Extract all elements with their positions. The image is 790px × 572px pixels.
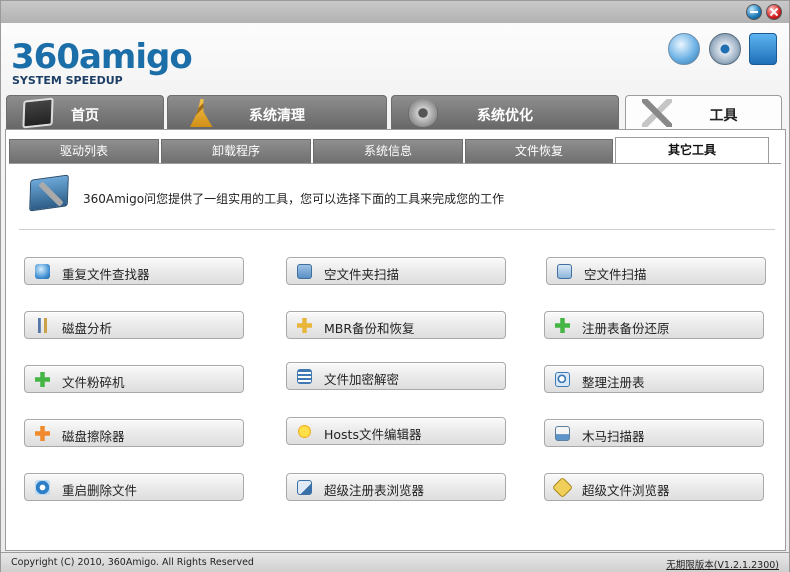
tab-label: 系统优化	[477, 108, 533, 124]
trojan-scanner-button[interactable]: 木马扫描器	[544, 419, 764, 447]
version-link[interactable]: 无期限版本(V1.2.1.2300)	[666, 557, 779, 571]
divider	[19, 229, 775, 230]
hosts-editor-button[interactable]: Hosts文件编辑器	[286, 417, 506, 445]
shredder-icon	[35, 372, 50, 387]
duplicate-files-icon	[35, 264, 50, 279]
empty-folder-scan-button[interactable]: 空文件夹扫描	[286, 257, 506, 285]
registry-browser-button[interactable]: 超级注册表浏览器	[286, 473, 506, 501]
reboot-delete-icon	[35, 480, 50, 495]
registry-defrag-icon	[555, 372, 570, 387]
mbr-puzzle-icon	[297, 318, 312, 333]
registry-defrag-button[interactable]: 整理注册表	[544, 365, 764, 393]
tab-system-clean[interactable]: 系统清理	[167, 95, 387, 130]
status-bar: Copyright (C) 2010, 360Amigo. All Rights…	[1, 552, 789, 572]
file-encrypt-button[interactable]: 文件加密解密	[286, 362, 506, 390]
intro-text: 360Amigo问您提供了一组实用的工具，您可以选择下面的工具来完成您的工作	[83, 192, 505, 206]
mbr-backup-button[interactable]: MBR备份和恢复	[286, 311, 506, 339]
protection-vest-icon[interactable]	[749, 33, 777, 65]
registry-browser-icon	[297, 480, 312, 495]
tab-label: 系统清理	[249, 108, 305, 124]
subtab-driver-list[interactable]: 驱动列表	[9, 139, 159, 163]
registry-backup-button[interactable]: 注册表备份还原	[544, 311, 764, 339]
logo-subtitle: SYSTEM SPEEDUP	[12, 74, 123, 87]
subtab-other-tools[interactable]: 其它工具	[615, 137, 769, 163]
settings-gear-icon[interactable]	[709, 33, 741, 65]
empty-file-scan-button[interactable]: 空文件扫描	[546, 257, 766, 285]
minimize-button[interactable]	[746, 4, 762, 20]
toolbox-icon	[26, 173, 72, 217]
logo-text: 360amigo	[11, 37, 193, 77]
file-scan-icon	[557, 264, 572, 279]
tab-label: 首页	[71, 108, 99, 124]
refresh-icon[interactable]	[668, 33, 700, 65]
hosts-editor-icon	[297, 424, 312, 439]
file-browser-button[interactable]: 超级文件浏览器	[544, 473, 764, 501]
file-browser-icon	[551, 476, 574, 499]
copyright-text: Copyright (C) 2010, 360Amigo. All Rights…	[11, 557, 254, 568]
duplicate-file-finder-button[interactable]: 重复文件查找器	[24, 257, 244, 285]
subtab-system-info[interactable]: 系统信息	[313, 139, 463, 163]
subtab-file-recovery[interactable]: 文件恢复	[465, 139, 613, 163]
app-window: 360amigo SYSTEM SPEEDUP 首页 系统清理 系统优化 工具 …	[0, 0, 790, 572]
tab-tools[interactable]: 工具	[625, 95, 782, 132]
trojan-scan-icon	[555, 426, 570, 441]
tab-label: 工具	[709, 108, 738, 124]
tab-home[interactable]: 首页	[6, 95, 164, 130]
encrypt-icon	[297, 369, 312, 384]
disk-analysis-button[interactable]: 磁盘分析	[24, 311, 244, 339]
title-bar[interactable]	[1, 1, 789, 23]
app-logo: 360amigo SYSTEM SPEEDUP	[11, 27, 193, 89]
tab-system-optimize[interactable]: 系统优化	[391, 95, 619, 130]
disk-wiper-button[interactable]: 磁盘擦除器	[24, 419, 244, 447]
reboot-delete-button[interactable]: 重启删除文件	[24, 473, 244, 501]
disk-wipe-icon	[35, 426, 50, 441]
registry-backup-icon	[555, 318, 570, 333]
folder-icon	[297, 264, 312, 279]
close-button[interactable]	[766, 4, 782, 20]
subtab-uninstall[interactable]: 卸载程序	[161, 139, 311, 163]
disk-analyze-icon	[35, 318, 50, 333]
file-shredder-button[interactable]: 文件粉碎机	[24, 365, 244, 393]
